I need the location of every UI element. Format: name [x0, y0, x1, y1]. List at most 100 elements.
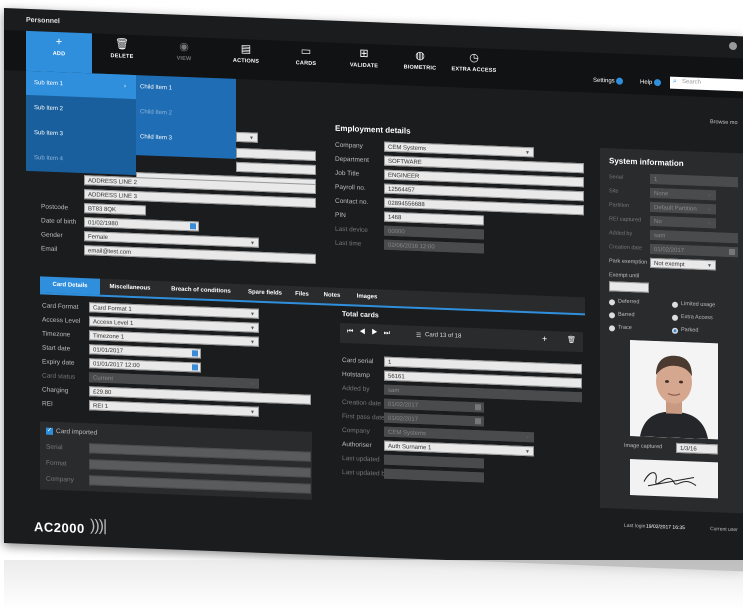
tab-notes[interactable]: Notes	[317, 287, 347, 304]
search-input[interactable]: Search	[682, 79, 701, 86]
forename-field[interactable]	[236, 147, 316, 161]
rei-select[interactable]: REI 1 ▼	[89, 400, 259, 417]
tab-spare-fields[interactable]: Spare fields	[242, 284, 288, 302]
authoriser-select[interactable]: Auth Surname 1 ▼	[384, 440, 534, 457]
imported-company-label: Company	[46, 475, 74, 484]
card-imported-checkbox[interactable]: ✓	[46, 427, 53, 435]
calendar-icon[interactable]	[192, 350, 198, 357]
deferred-radio[interactable]	[609, 299, 615, 306]
park-value: Not exempt	[654, 260, 685, 269]
sub-item-2[interactable]: Sub Item 2	[34, 105, 63, 112]
department-label: Department	[335, 155, 369, 165]
dropdown-icon: ▼	[707, 263, 712, 270]
lasttime-field: 02/06/2016 12:00	[384, 239, 484, 254]
card-addedby-label: Added by	[342, 384, 370, 394]
calendar-icon[interactable]	[190, 223, 196, 230]
jobtitle-label: Job Title	[335, 169, 360, 178]
creation-label: Creation date	[609, 244, 643, 252]
chevron-right-icon: ›	[124, 83, 126, 90]
calendar-icon	[475, 404, 481, 411]
biometric-button[interactable]: ◍ BIOMETRIC	[390, 49, 450, 72]
delete-card-icon[interactable]: 🗑	[567, 336, 576, 344]
image-captured-field[interactable]: 1/3/16	[676, 442, 718, 455]
tab-miscellaneous[interactable]: Miscellaneous	[102, 279, 158, 297]
firstpass-label: First pass date	[342, 412, 385, 422]
dob-field[interactable]: 01/02/1980	[84, 217, 199, 232]
card-status-value: Current	[93, 375, 114, 383]
dropdown-icon: ▼	[707, 193, 712, 200]
postcode-field[interactable]: BT83 8QK	[84, 203, 146, 216]
calendar-icon	[729, 248, 735, 256]
reflection	[4, 560, 743, 610]
validate-icon: ⊞	[359, 47, 369, 61]
sub-item-3[interactable]: Sub Item 3	[34, 130, 63, 137]
parked-radio[interactable]	[672, 327, 678, 334]
sub-item-1[interactable]: Sub Item 1	[34, 80, 63, 87]
expiry-date-field[interactable]: 01/01/2017 12:00	[89, 358, 201, 373]
email-field[interactable]: email@test.com	[84, 245, 316, 264]
authoriser-value: Auth Surname 1	[388, 443, 432, 452]
surname-field[interactable]	[236, 161, 316, 175]
child-item-1[interactable]: Child Item 1	[140, 84, 172, 91]
trace-radio[interactable]	[609, 325, 615, 332]
help-icon	[654, 78, 662, 87]
firstpass-field: 01/02/2017	[384, 412, 484, 427]
charging-label: Charging	[42, 386, 69, 395]
help-label: Help	[640, 79, 653, 86]
settings-icon	[616, 77, 624, 85]
barred-radio[interactable]	[609, 312, 615, 319]
expiry-date-label: Expiry date	[42, 358, 75, 367]
dropdown-icon: ▼	[250, 339, 255, 346]
card-company-value: CEM Systems	[388, 429, 427, 438]
pin-field[interactable]: 1468	[384, 211, 484, 226]
browse-link[interactable]: Browse mo	[710, 119, 738, 126]
lastdevice-label: Last device	[335, 225, 368, 234]
window-control-icon[interactable]	[729, 41, 737, 51]
exempt-until-label: Exempt until	[609, 272, 640, 280]
limited-usage-radio[interactable]	[672, 301, 678, 308]
extra-access-radio[interactable]	[672, 314, 678, 321]
settings-label: Settings	[593, 77, 615, 85]
sub-item-4[interactable]: Sub Item 4	[34, 155, 63, 162]
gender-value: Female	[88, 234, 109, 241]
settings-button[interactable]: Settings	[593, 77, 624, 85]
child-item-2[interactable]: Child Item 2	[140, 109, 172, 116]
delete-button[interactable]: 🗑 DELETE	[92, 37, 152, 60]
imported-serial-label: Serial	[46, 443, 63, 452]
email-label: Email	[41, 245, 58, 254]
extra-access-button[interactable]: ◷ EXTRA ACCESS	[444, 51, 504, 74]
cards-button[interactable]: ▭ CARDS	[276, 44, 336, 67]
tab-images[interactable]: Images	[350, 288, 384, 305]
tab-breach-of-conditions[interactable]: Breach of conditions	[160, 281, 242, 300]
deferred-label: Deferred	[618, 298, 640, 306]
dob-value: 01/02/1980	[88, 220, 119, 228]
app-window: Personnel + ADD 🗑 DELETE ◉ VIEW ▤ ACTIONS ▭ C…	[4, 8, 743, 572]
dropdown-icon: ▼	[707, 207, 712, 214]
cardserial-label: Card serial	[342, 356, 374, 366]
dropdown-icon: ▼	[250, 409, 255, 416]
calendar-icon[interactable]	[192, 364, 198, 371]
title-select[interactable]: ▼	[236, 131, 258, 143]
rei-value: REI 1	[93, 403, 109, 410]
company-select[interactable]: CEM Systems ▼	[384, 141, 534, 158]
partition-label: Partition	[609, 202, 630, 210]
start-date-field[interactable]: 01/01/2017	[89, 344, 201, 359]
dropdown-icon: ▼	[525, 435, 530, 442]
tab-card-details[interactable]: Card Details	[40, 276, 100, 295]
child-item-3[interactable]: Child Item 3	[140, 134, 172, 141]
card-company-select: CEM Systems ▼	[384, 426, 534, 443]
help-button[interactable]: Help	[640, 78, 662, 87]
tab-files[interactable]: Files	[289, 286, 315, 303]
add-button[interactable]: + ADD	[29, 35, 89, 58]
add-card-icon[interactable]: +	[542, 334, 547, 344]
card-company-label: Company	[342, 426, 370, 436]
actions-button[interactable]: ▤ ACTIONS	[216, 42, 276, 65]
validate-button[interactable]: ⊞ VALIDATE	[334, 47, 394, 70]
clock-icon: ◷	[469, 51, 479, 65]
barred-label: Barred	[618, 311, 635, 319]
exempt-until-field[interactable]	[609, 281, 649, 293]
extra-access-radio-label: Extra Access	[681, 314, 713, 322]
rei-captured-label: REI captured	[609, 216, 642, 224]
employment-title: Employment details	[335, 123, 411, 136]
view-button[interactable]: ◉ VIEW	[154, 40, 214, 63]
